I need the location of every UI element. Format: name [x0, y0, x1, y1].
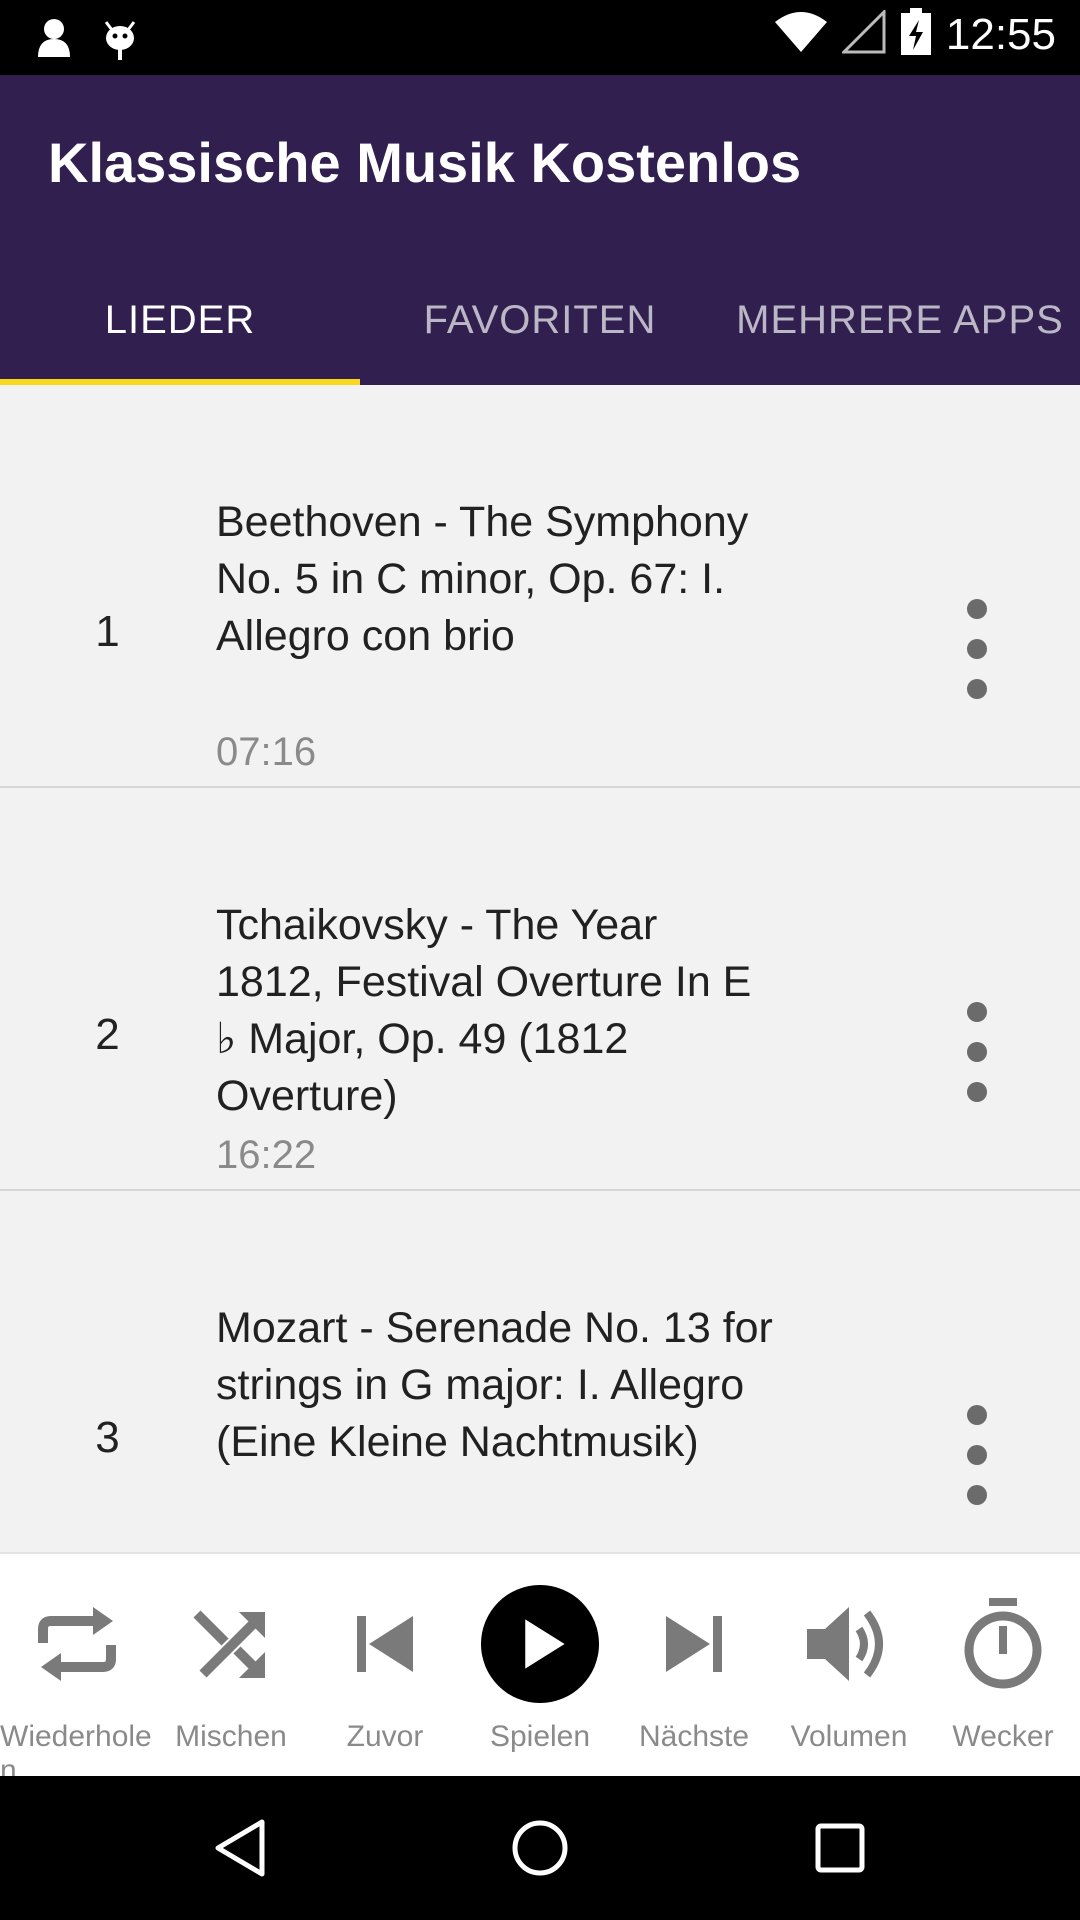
previous-button[interactable]: Zuvor — [308, 1554, 462, 1778]
volume-button[interactable]: Volumen — [772, 1554, 926, 1778]
tab-bar: LIEDER FAVORITEN MEHRERE APPS — [0, 255, 1080, 385]
shuffle-label: Mischen — [175, 1720, 287, 1753]
song-number: 1 — [95, 607, 120, 656]
tab-lieder[interactable]: LIEDER — [0, 255, 360, 385]
battery-charging-icon — [900, 8, 932, 61]
wifi-icon — [774, 10, 828, 59]
system-nav-bar — [0, 1776, 1080, 1920]
shuffle-button[interactable]: Mischen — [154, 1554, 308, 1778]
song-list[interactable]: 1 Beethoven - The Symphony No. 5 in C mi… — [0, 385, 1080, 1552]
next-label: Nächste — [638, 1720, 750, 1753]
notification-person-icon — [36, 17, 72, 62]
more-options-icon[interactable] — [955, 599, 999, 699]
skip-next-icon — [634, 1584, 754, 1704]
more-options-icon[interactable] — [955, 1405, 999, 1505]
volume-icon — [789, 1584, 909, 1704]
recents-icon[interactable] — [760, 1776, 920, 1920]
song-title: Beethoven - The Symphony No. 5 in C mino… — [216, 498, 749, 660]
clock: 12:55 — [945, 9, 1056, 59]
skip-previous-icon — [325, 1584, 445, 1704]
next-button[interactable]: Nächste — [617, 1554, 771, 1778]
alarm-button[interactable]: Wecker — [926, 1554, 1080, 1778]
shuffle-icon — [171, 1584, 291, 1704]
play-icon — [480, 1584, 600, 1704]
song-title: Tchaikovsky - The Year 1812, Festival Ov… — [216, 901, 752, 1120]
song-duration: 07:16 — [216, 730, 317, 774]
previous-label: Zuvor — [346, 1720, 424, 1753]
signal-icon — [840, 8, 886, 59]
timer-icon — [943, 1584, 1063, 1704]
song-title: Mozart - Serenade No. 13 for strings in … — [216, 1304, 773, 1466]
app-title: Klassische Musik Kostenlos — [48, 131, 802, 194]
repeat-button[interactable]: Wiederholen — [0, 1554, 154, 1787]
app-bar: Klassische Musik Kostenlos LIEDER FAVORI… — [0, 75, 1080, 385]
player-controls: Wiederholen Mischen Zuvor Spielen Nächst… — [0, 1552, 1080, 1787]
play-label: Spielen — [489, 1720, 591, 1753]
song-row-2[interactable]: 2 Tchaikovsky - The Year 1812, Festival … — [0, 788, 1080, 1191]
song-row-3[interactable]: 3 Mozart - Serenade No. 13 for strings i… — [0, 1191, 1080, 1552]
status-bar: 12:55 — [0, 0, 1080, 75]
more-options-icon[interactable] — [955, 1002, 999, 1102]
song-number: 2 — [95, 1010, 120, 1059]
home-icon[interactable] — [460, 1776, 620, 1920]
song-row-1[interactable]: 1 Beethoven - The Symphony No. 5 in C mi… — [0, 385, 1080, 788]
song-number: 3 — [95, 1413, 120, 1462]
tab-mehrere-apps[interactable]: MEHRERE APPS — [720, 255, 1080, 385]
song-duration: 16:22 — [216, 1133, 317, 1177]
back-icon[interactable] — [160, 1776, 320, 1920]
repeat-icon — [17, 1584, 137, 1704]
play-button[interactable]: Spielen — [463, 1554, 617, 1778]
alarm-label: Wecker — [952, 1720, 1054, 1753]
tab-favoriten[interactable]: FAVORITEN — [360, 255, 720, 385]
android-debug-icon — [102, 14, 138, 65]
volume-label: Volumen — [790, 1720, 908, 1753]
